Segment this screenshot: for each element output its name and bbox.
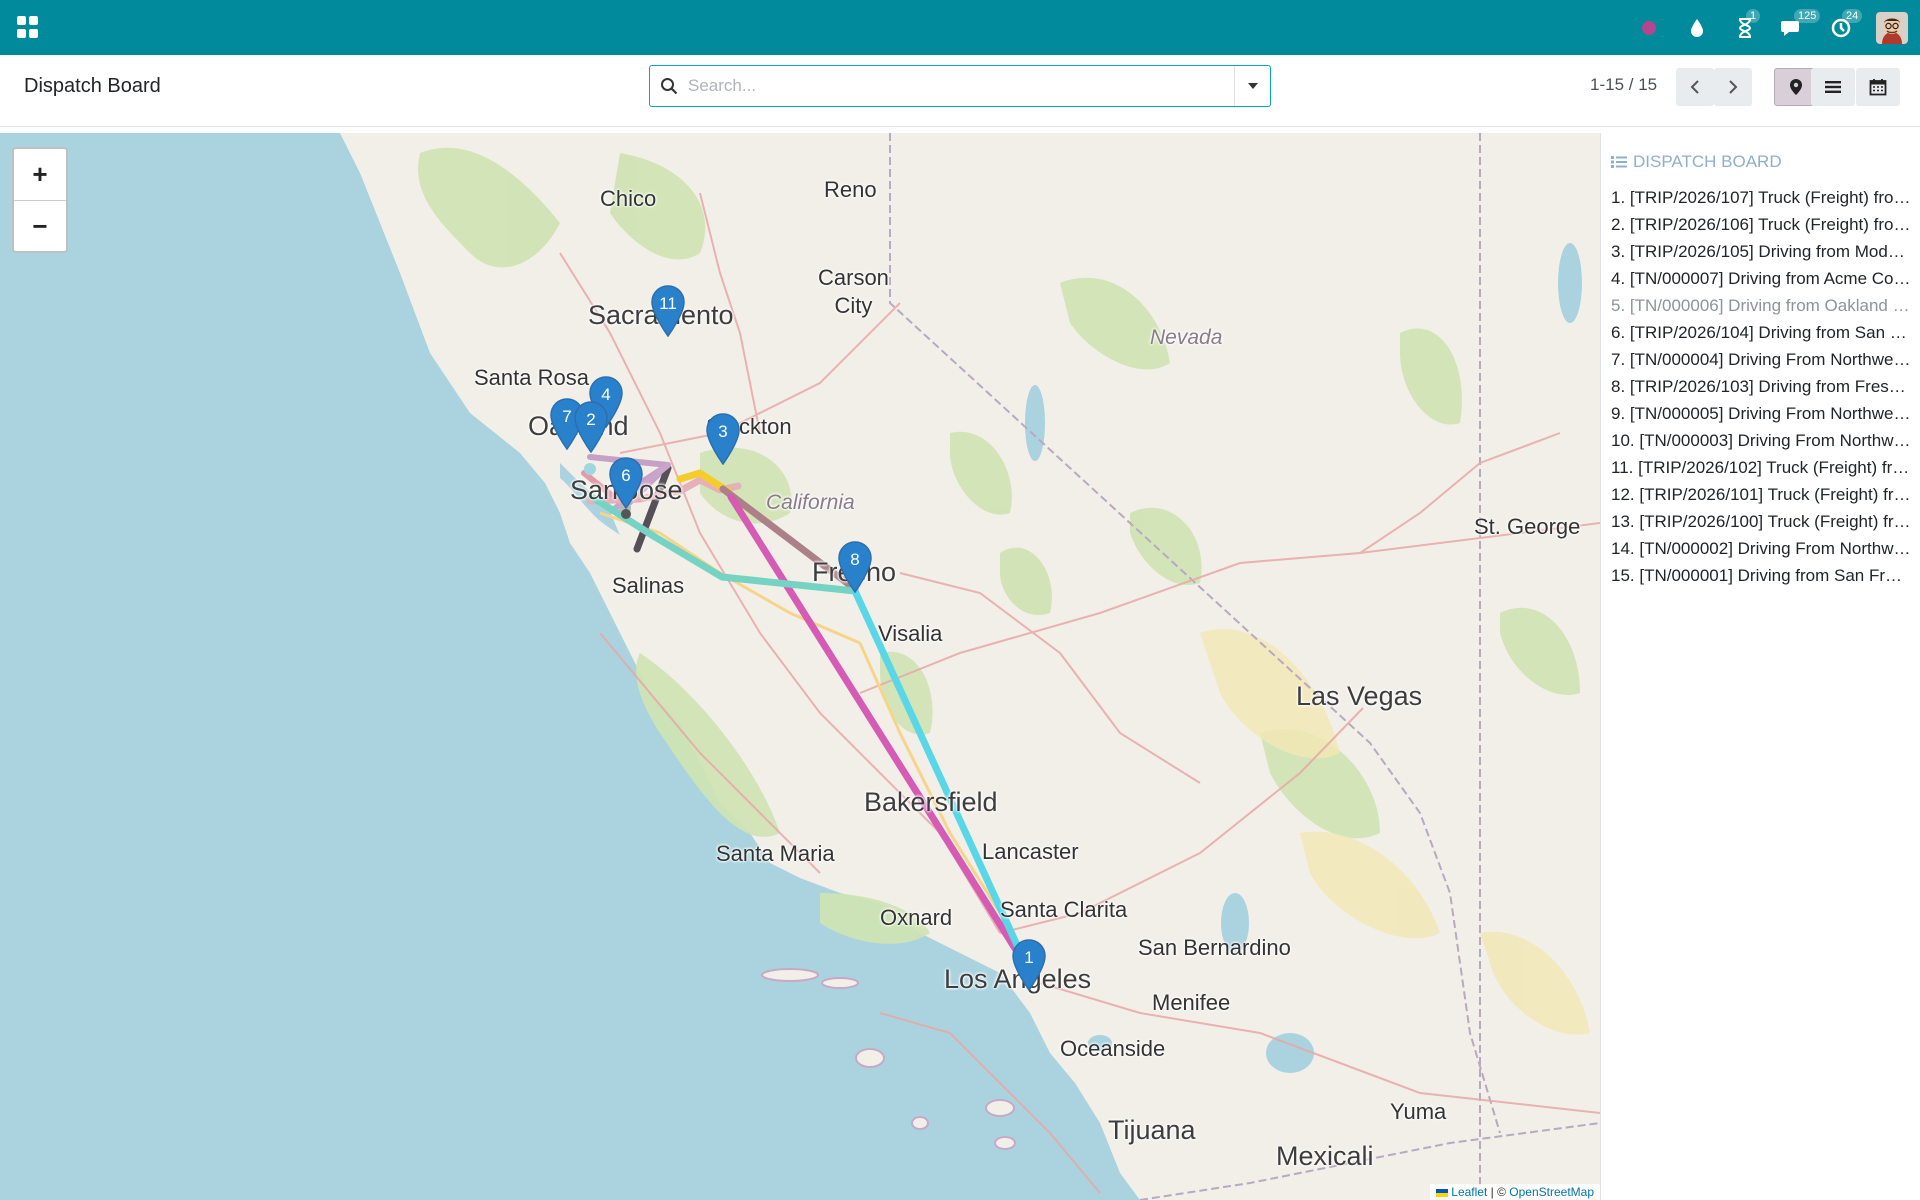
map-marker[interactable]: 11: [651, 285, 685, 337]
map-attribution: Leaflet | © OpenStreetMap: [1429, 1184, 1600, 1200]
activity-clock-icon[interactable]: 24: [1828, 8, 1863, 41]
search-bar: [649, 65, 1271, 107]
dispatch-side-panel: DISPATCH BOARD 1. [TRIP/2026/107] Truck …: [1600, 133, 1920, 1200]
pager-previous-button[interactable]: [1676, 68, 1714, 106]
search-options-toggle[interactable]: [1234, 66, 1270, 106]
chat-badge: 125: [1794, 8, 1821, 23]
city-label: Reno: [824, 177, 877, 202]
city-label: Santa Rosa: [474, 365, 589, 390]
city-label: Mexicali: [1276, 1141, 1374, 1171]
marker-number: 11: [659, 294, 677, 313]
marker-number: 2: [586, 410, 596, 429]
city-label: Yuma: [1390, 1099, 1447, 1124]
list-item[interactable]: 5. [TN/000006] Driving from Oakland to S…: [1611, 292, 1911, 319]
list-item[interactable]: 15. [TN/000001] Driving from San Francis…: [1611, 562, 1911, 589]
drop-icon[interactable]: [1684, 15, 1710, 41]
list-item[interactable]: 1. [TRIP/2026/107] Truck (Freight) from …: [1611, 184, 1911, 211]
list-item[interactable]: 9. [TN/000005] Driving From Northwest Lo…: [1611, 400, 1911, 427]
region-label: Nevada: [1150, 326, 1223, 349]
list-ul-icon: [1611, 156, 1627, 168]
zoom-control: + −: [12, 147, 68, 253]
map-marker[interactable]: 6: [609, 457, 643, 509]
hourglass-icon[interactable]: 1: [1732, 8, 1761, 41]
list-item[interactable]: 14. [TN/000002] Driving From Northwest L…: [1611, 535, 1911, 562]
search-icon: [650, 77, 688, 95]
osm-link[interactable]: OpenStreetMap: [1509, 1185, 1594, 1199]
pager-next-button[interactable]: [1714, 68, 1752, 106]
city-label: Salinas: [612, 573, 685, 598]
list-item[interactable]: 7. [TN/000004] Driving From Northwest Lo…: [1611, 346, 1911, 373]
zoom-out-button[interactable]: −: [14, 200, 66, 251]
map-marker[interactable]: 2: [574, 401, 608, 453]
map-marker[interactable]: 8: [838, 541, 872, 593]
list-item[interactable]: 12. [TRIP/2026/101] Truck (Freight) from…: [1611, 481, 1911, 508]
leaflet-link[interactable]: Leaflet: [1451, 1185, 1487, 1199]
list-item[interactable]: 2. [TRIP/2026/106] Truck (Freight) from …: [1611, 211, 1911, 238]
systray: 1 125 24: [1636, 0, 1908, 55]
map-tiles: [340, 133, 1600, 1200]
search-input[interactable]: [688, 67, 1234, 105]
side-panel-title-text: DISPATCH BOARD: [1633, 152, 1782, 171]
city-label: Oxnard: [880, 905, 953, 930]
city-label: San Bernardino: [1138, 935, 1291, 960]
apps-menu-icon[interactable]: [16, 15, 40, 39]
user-avatar[interactable]: [1876, 11, 1908, 44]
zoom-in-button[interactable]: +: [14, 149, 66, 200]
page-title: Dispatch Board: [24, 75, 161, 97]
caret-down-icon: [1247, 83, 1258, 89]
region-label: California: [766, 491, 855, 514]
marker-number: 1: [1024, 948, 1034, 967]
side-panel-title: DISPATCH BOARD: [1611, 152, 1782, 172]
list-item[interactable]: 10. [TN/000003] Driving From Northwest L…: [1611, 427, 1911, 454]
city-label: Santa Clarita: [1000, 897, 1128, 922]
calendar-icon: [1869, 79, 1887, 96]
hourglass-badge: 1: [1746, 8, 1761, 23]
list-item[interactable]: 11. [TRIP/2026/102] Truck (Freight) from…: [1611, 454, 1911, 481]
map-canvas[interactable]: Chico Reno Carson City Sacramento Santa …: [0, 133, 1600, 1200]
chat-icon[interactable]: 125: [1780, 8, 1821, 41]
city-label: Visalia: [878, 621, 943, 646]
map-marker[interactable]: 3: [706, 413, 740, 465]
city-label: Carson City: [818, 265, 889, 318]
map-marker-icon: [1790, 79, 1802, 95]
city-label: Lancaster: [982, 839, 1079, 864]
map-marker[interactable]: 1: [1012, 939, 1046, 991]
status-dot-icon[interactable]: [1636, 15, 1662, 41]
marker-number: 6: [621, 466, 631, 485]
control-panel: Dispatch Board 1-15 / 15: [0, 55, 1920, 127]
chevron-right-icon: [1729, 80, 1738, 94]
top-navbar: 1 125 24: [0, 0, 1920, 55]
activity-badge: 24: [1842, 8, 1863, 23]
city-label: Menifee: [1152, 990, 1231, 1015]
attribution-sep: | ©: [1487, 1185, 1510, 1199]
marker-number: 3: [718, 422, 728, 441]
marker-number: 8: [850, 550, 860, 569]
city-label: Las Vegas: [1296, 681, 1423, 711]
dispatch-list: 1. [TRIP/2026/107] Truck (Freight) from …: [1611, 184, 1911, 589]
list-item[interactable]: 3. [TRIP/2026/105] Driving from Modesto …: [1611, 238, 1911, 265]
city-label: Chico: [600, 186, 657, 211]
list-item[interactable]: 6. [TRIP/2026/104] Driving from San Jose…: [1611, 319, 1911, 346]
list-item[interactable]: 13. [TRIP/2026/100] Truck (Freight) from…: [1611, 508, 1911, 535]
list-item[interactable]: 8. [TRIP/2026/103] Driving from Fresno t…: [1611, 373, 1911, 400]
ukraine-flag-icon: [1435, 1188, 1448, 1197]
chevron-left-icon: [1690, 80, 1699, 94]
city-label: Tijuana: [1108, 1115, 1196, 1145]
city-label: Santa Maria: [716, 841, 835, 866]
pager-value[interactable]: 1-15 / 15: [1590, 75, 1657, 95]
city-label: Bakersfield: [864, 787, 998, 817]
list-icon: [1825, 81, 1841, 93]
list-item[interactable]: 4. [TN/000007] Driving from Acme Corp to…: [1611, 265, 1911, 292]
calendar-view-button[interactable]: [1856, 68, 1900, 106]
city-label: Oceanside: [1060, 1036, 1166, 1061]
list-view-button[interactable]: [1811, 68, 1855, 106]
city-label: St. George: [1474, 514, 1581, 539]
